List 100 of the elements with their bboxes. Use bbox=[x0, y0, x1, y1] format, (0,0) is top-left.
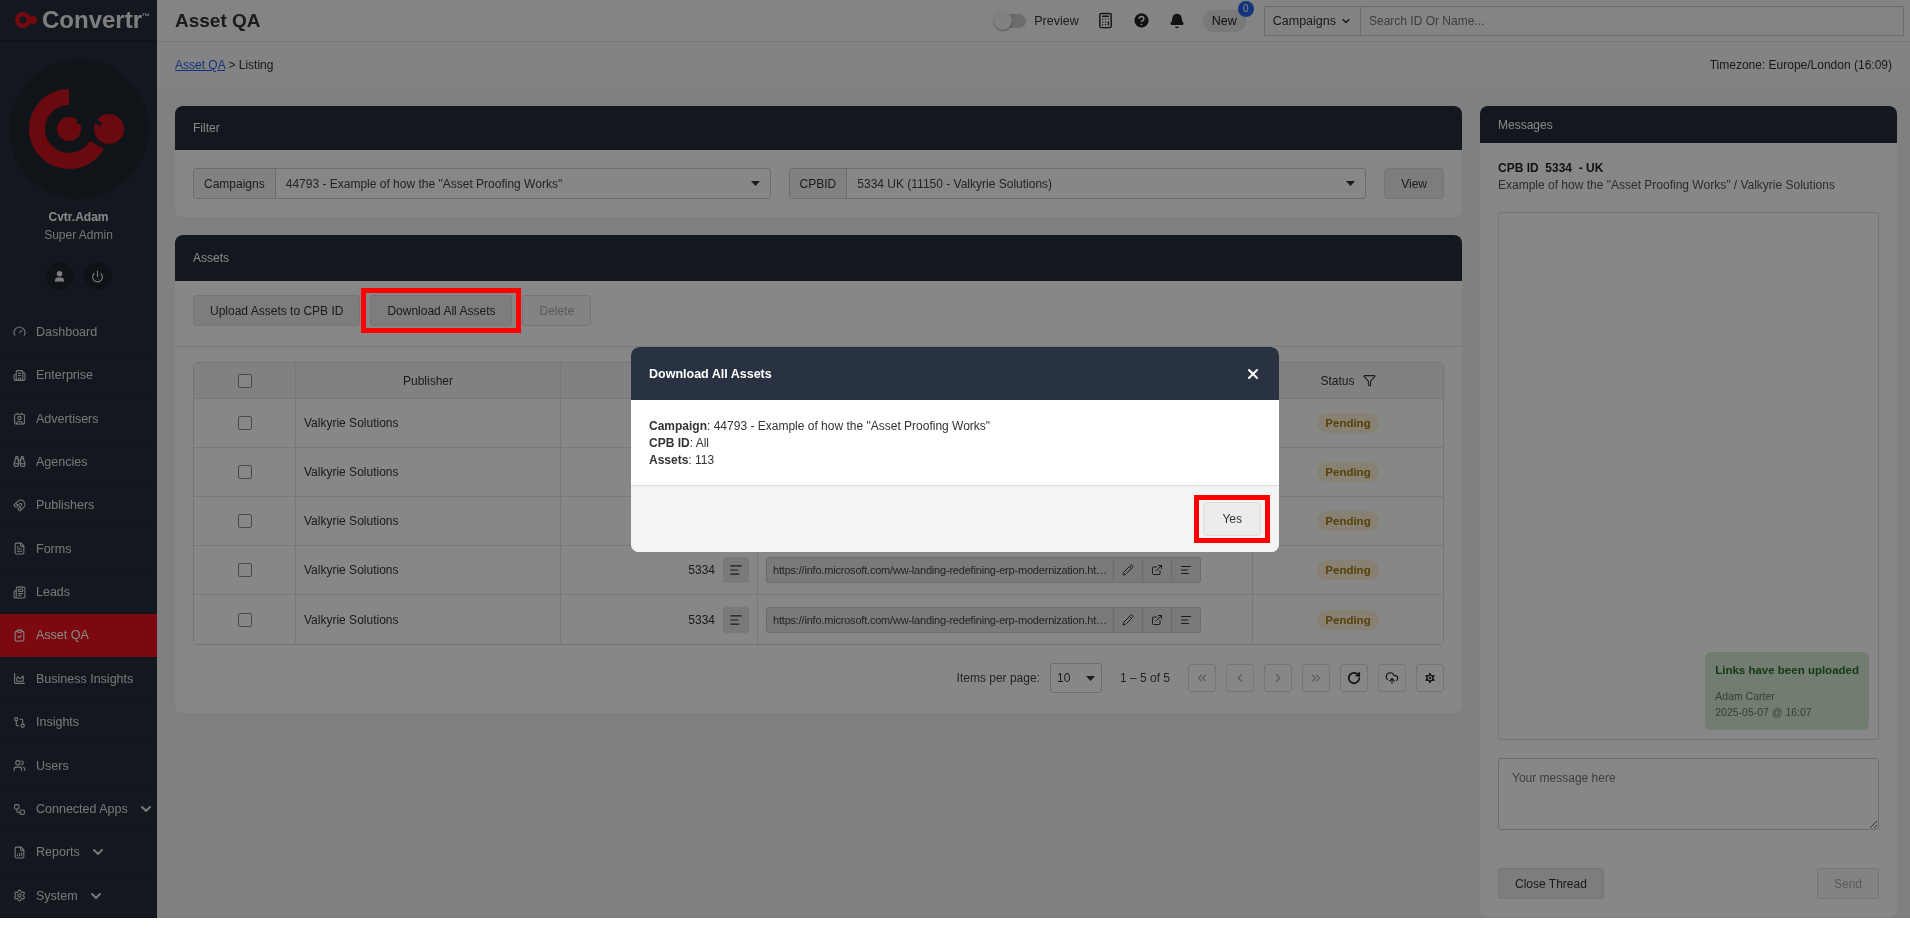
select-label: CPBID bbox=[789, 169, 848, 198]
bell-icon[interactable] bbox=[1168, 12, 1185, 29]
select-field[interactable]: CPBID 5334 UK (11150 - Valkyrie Solutions) bbox=[788, 168, 1367, 199]
open-link-button[interactable] bbox=[1142, 606, 1172, 633]
nav-label: Dashboard bbox=[36, 324, 98, 339]
nav-label: Business Insights bbox=[36, 671, 134, 686]
table-cell: Valkyrie Solutions bbox=[304, 416, 399, 430]
upload-button[interactable] bbox=[1378, 664, 1406, 692]
toggle-label: Preview bbox=[1034, 13, 1079, 28]
refresh-button[interactable] bbox=[1340, 664, 1368, 692]
dialog-text: Campaign: 44793 - Example of how the "Asset Proofing Works" bbox=[649, 419, 992, 433]
checkbox[interactable] bbox=[237, 514, 252, 528]
scope-dropdown[interactable]: Campaigns bbox=[1263, 5, 1360, 36]
nav-label: Forms bbox=[36, 541, 72, 556]
checkbox[interactable] bbox=[237, 563, 252, 577]
user-role: Super Admin bbox=[44, 228, 113, 243]
action-button[interactable]: Download All Assets bbox=[370, 295, 513, 326]
power-button[interactable] bbox=[83, 262, 112, 291]
user-name: Cvtr.Adam bbox=[48, 210, 109, 225]
external-link-icon bbox=[1150, 564, 1163, 576]
checkbox[interactable] bbox=[237, 465, 252, 479]
thread-heading: CPB ID 5334 - UK bbox=[1498, 161, 1605, 175]
nav-icon bbox=[13, 759, 26, 773]
breadcrumb-link[interactable]: Asset QA bbox=[175, 58, 226, 72]
external-link-icon bbox=[1150, 613, 1163, 626]
dialog-title: Download All Assets bbox=[649, 366, 772, 381]
url-field: https://info.microsoft.com/ww-landing-redefining-erp-modernization.ht… bbox=[766, 557, 1114, 583]
nav-label: Asset QA bbox=[36, 628, 89, 643]
checkbox[interactable] bbox=[237, 373, 252, 388]
status-badge: Pending bbox=[1317, 462, 1379, 482]
preview-toggle[interactable] bbox=[996, 13, 1027, 28]
view-button[interactable]: View bbox=[1384, 168, 1444, 199]
settings-button[interactable] bbox=[1416, 664, 1444, 692]
chevron-icon bbox=[1309, 671, 1323, 685]
message-input[interactable]: Your message here bbox=[1498, 758, 1879, 830]
select-label: Campaigns bbox=[194, 169, 276, 198]
filter-icon[interactable] bbox=[1362, 374, 1376, 387]
details-button[interactable] bbox=[723, 557, 749, 583]
column-header: Publisher bbox=[403, 373, 453, 388]
nav-icon bbox=[13, 455, 26, 469]
lines-icon bbox=[1179, 564, 1192, 576]
edit-button[interactable] bbox=[1113, 606, 1143, 633]
nav-icon bbox=[13, 845, 26, 859]
caret-icon bbox=[750, 181, 760, 186]
close-thread-button[interactable]: Close Thread bbox=[1498, 868, 1604, 899]
checkbox[interactable] bbox=[237, 612, 252, 627]
select-field[interactable]: Campaigns 44793 - Example of how the "Asset Proofing Works" bbox=[193, 168, 771, 199]
table-cell: Valkyrie Solutions bbox=[304, 563, 399, 577]
nav-icon bbox=[13, 412, 26, 425]
table-cell: Valkyrie Solutions bbox=[304, 514, 399, 528]
cloud-upload-icon bbox=[1385, 671, 1399, 685]
refresh-icon bbox=[1347, 671, 1361, 685]
count-badge: 0 bbox=[1237, 0, 1254, 17]
calculator-icon[interactable] bbox=[1096, 12, 1114, 29]
nav-icon bbox=[13, 628, 26, 642]
column-header: Status bbox=[1320, 373, 1355, 388]
table-cell: 5334 bbox=[688, 563, 715, 577]
dialog-text: CPB ID: All bbox=[649, 436, 710, 450]
nav-icon bbox=[13, 542, 26, 556]
user-icon bbox=[53, 269, 66, 283]
select-value: 44793 - Example of how the "Asset Proofing Works" bbox=[285, 176, 563, 191]
yes-button[interactable]: Yes bbox=[1203, 502, 1261, 536]
pencil-icon bbox=[1121, 613, 1134, 626]
pager-label: Items per page: bbox=[956, 671, 1040, 685]
action-button[interactable]: Upload Assets to CPB ID bbox=[193, 295, 361, 326]
chevron-icon bbox=[1195, 671, 1209, 685]
nav-label: Agencies bbox=[36, 454, 88, 469]
details-button[interactable] bbox=[723, 606, 749, 633]
nav-label: Leads bbox=[36, 585, 71, 600]
profile-button[interactable] bbox=[45, 262, 74, 291]
card-title: Assets bbox=[193, 251, 229, 265]
details-button[interactable] bbox=[1171, 606, 1201, 633]
search-field[interactable]: Search ID Or Name... bbox=[1360, 5, 1904, 36]
per-page-select[interactable]: 10 bbox=[1049, 663, 1102, 693]
open-link-button[interactable] bbox=[1142, 557, 1172, 583]
nav-item[interactable]: Asset QA bbox=[0, 614, 157, 658]
table-cell: 5334 bbox=[688, 612, 715, 627]
nav-label: System bbox=[36, 888, 78, 903]
pencil-icon bbox=[1121, 564, 1134, 576]
edit-button[interactable] bbox=[1113, 557, 1143, 583]
details-button[interactable] bbox=[1171, 557, 1201, 583]
brand-name: Convertr$^{™}$ bbox=[42, 6, 151, 35]
power-icon bbox=[91, 269, 104, 283]
nav-icon bbox=[13, 715, 26, 729]
page-title: Asset QA bbox=[175, 9, 262, 32]
help-icon[interactable] bbox=[1131, 11, 1151, 30]
message-time: 2025-05-07 @ 16:07 bbox=[1715, 706, 1813, 718]
caret-icon bbox=[1346, 181, 1356, 186]
nav-label: Advertisers bbox=[36, 411, 99, 426]
gear-icon bbox=[1423, 671, 1437, 685]
checkbox[interactable] bbox=[237, 416, 252, 430]
nav-label: Reports bbox=[36, 845, 80, 860]
nav-label: Connected Apps bbox=[36, 802, 128, 816]
nav-icon bbox=[13, 672, 26, 686]
thread-subtitle: Example of how the "Asset Proofing Works" / Valkyrie Solutions bbox=[1498, 178, 1836, 192]
caret-icon bbox=[1085, 675, 1095, 681]
status-badge: Pending bbox=[1317, 609, 1379, 630]
nav-icon bbox=[13, 368, 26, 382]
breadcrumb: Asset QA > Listing bbox=[175, 58, 274, 72]
lines-icon bbox=[729, 612, 743, 627]
